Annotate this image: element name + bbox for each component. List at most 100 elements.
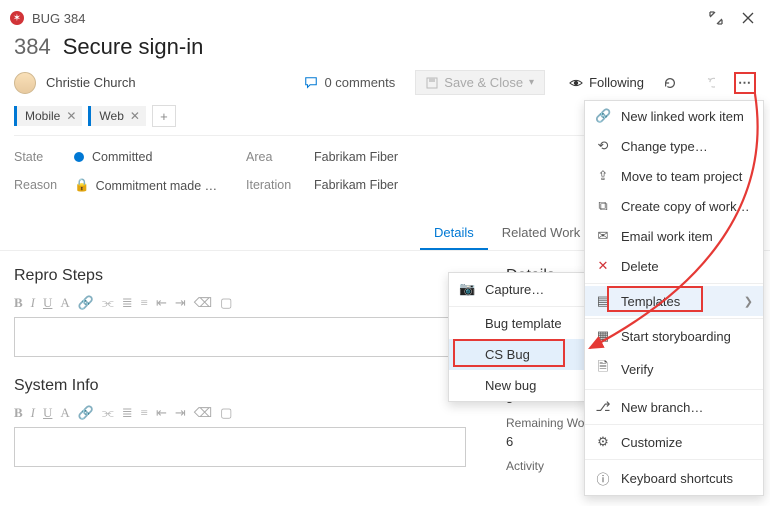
fullscreen-icon[interactable] <box>704 6 728 30</box>
branch-icon: ⎇ <box>595 399 611 415</box>
menu-item-label: Email work item <box>621 229 753 244</box>
font-icon[interactable]: A <box>60 405 69 421</box>
clear-format-icon[interactable]: ⌫ <box>194 405 212 421</box>
eye-icon <box>569 76 583 90</box>
undo-icon <box>701 76 715 90</box>
section-repro-title: Repro Steps <box>14 267 466 285</box>
template-icon: ▤ <box>595 293 611 309</box>
italic-icon[interactable]: I <box>31 295 35 311</box>
tag-remove-icon[interactable]: ✕ <box>66 109 76 123</box>
chevron-right-icon: ❯ <box>744 295 753 308</box>
state-field[interactable]: Committed <box>74 150 234 164</box>
menu-item-label: New linked work item <box>621 109 753 124</box>
bulleted-list-icon[interactable]: ≣ <box>122 405 133 421</box>
menu-item-customize[interactable]: ⚙Customize <box>585 427 763 457</box>
submenu-bug-template[interactable]: Bug template <box>449 308 587 339</box>
area-label: Area <box>246 150 302 164</box>
font-icon[interactable]: A <box>60 295 69 311</box>
unlink-icon[interactable]: ⫘ <box>102 295 114 311</box>
link-icon[interactable]: 🔗 <box>78 295 94 311</box>
menu-item-label: Start storyboarding <box>621 329 753 344</box>
state-label: State <box>14 150 62 164</box>
menu-item-new-linked-work-item[interactable]: 🔗New linked work item <box>585 101 763 131</box>
menu-item-start-storyboarding[interactable]: ▦ Start storyboarding <box>585 321 763 351</box>
outdent-icon[interactable]: ⇤ <box>156 295 167 311</box>
tag-remove-icon[interactable]: ✕ <box>130 109 140 123</box>
submenu-new-bug[interactable]: New bug <box>449 370 587 401</box>
submenu-label: New bug <box>485 378 536 393</box>
swap-icon: ⟲ <box>595 138 611 154</box>
add-tag-button[interactable]: + <box>152 105 176 127</box>
submenu-label: Bug template <box>485 316 562 331</box>
repro-toolbar: B I U A 🔗 ⫘ ≣ ≡ ⇤ ⇥ ⌫ ▢ <box>14 291 466 315</box>
copy-icon: ⧉ <box>595 198 611 214</box>
tab-details[interactable]: Details <box>420 217 488 250</box>
bold-icon[interactable]: B <box>14 405 23 421</box>
image-icon[interactable]: ▢ <box>220 295 232 311</box>
numbered-list-icon[interactable]: ≡ <box>141 295 148 311</box>
clear-format-icon[interactable]: ⌫ <box>194 295 212 311</box>
save-icon <box>426 77 438 89</box>
outdent-icon[interactable]: ⇤ <box>156 405 167 421</box>
submenu-cs-bug[interactable]: CS Bug <box>449 339 587 370</box>
following-button[interactable]: Following <box>569 75 644 90</box>
refresh-icon <box>663 76 677 90</box>
undo-button[interactable] <box>696 71 720 95</box>
refresh-button[interactable] <box>658 71 682 95</box>
menu-item-label: Keyboard shortcuts <box>621 471 753 486</box>
menu-item-verify[interactable]: 🗎 Verify <box>585 351 763 387</box>
menu-item-label: Verify <box>621 362 753 377</box>
indent-icon[interactable]: ⇥ <box>175 405 186 421</box>
unlink-icon[interactable]: ⫘ <box>102 405 114 421</box>
save-close-label: Save & Close <box>444 75 523 90</box>
menu-item-keyboard-shortcuts[interactable]: ⓘ Keyboard shortcuts <box>585 462 763 495</box>
more-actions-button[interactable]: ⋯ <box>734 72 756 94</box>
section-system-title: System Info <box>14 377 466 395</box>
underline-icon[interactable]: U <box>43 405 52 421</box>
system-editor[interactable] <box>14 427 466 467</box>
repro-editor[interactable] <box>14 317 466 357</box>
actions-dropdown: 🔗New linked work item ⟲ Change type… ⇪Move … <box>584 100 764 496</box>
storyboard-icon: ▦ <box>595 328 611 344</box>
mail-icon: ✉ <box>595 228 611 244</box>
assignee-name[interactable]: Christie Church <box>46 75 136 90</box>
menu-item-label: Delete <box>621 259 753 274</box>
menu-item-templates[interactable]: ▤Templates❯ <box>585 286 763 316</box>
tag-mobile[interactable]: Mobile ✕ <box>14 106 82 126</box>
menu-item-delete[interactable]: ✕ Delete <box>585 251 763 281</box>
submenu-capture[interactable]: 📷 Capture… <box>449 273 587 305</box>
numbered-list-icon[interactable]: ≡ <box>141 405 148 421</box>
move-icon: ⇪ <box>595 168 611 184</box>
iteration-label: Iteration <box>246 178 302 192</box>
verify-icon: 🗎 <box>595 358 611 380</box>
bold-icon[interactable]: B <box>14 295 23 311</box>
comment-icon <box>304 76 318 90</box>
menu-item-change-type[interactable]: ⟲ Change type… <box>585 131 763 161</box>
menu-item-email-work-item[interactable]: ✉ Email work item <box>585 221 763 251</box>
avatar[interactable] <box>14 72 36 94</box>
menu-item-create-copy-of-work-item[interactable]: ⧉Create copy of work item… <box>585 191 763 221</box>
ellipsis-icon: ⋯ <box>738 75 752 91</box>
comments-button[interactable]: 0 comments <box>304 75 395 90</box>
close-icon[interactable] <box>736 6 760 30</box>
reason-field[interactable]: 🔒Commitment made … <box>74 178 234 193</box>
keyboard-icon: ⓘ <box>595 469 611 488</box>
bulleted-list-icon[interactable]: ≣ <box>122 295 133 311</box>
image-icon[interactable]: ▢ <box>220 405 232 421</box>
work-item-id: 384 <box>14 34 51 60</box>
system-toolbar: B I U A 🔗 ⫘ ≣ ≡ ⇤ ⇥ ⌫ ▢ <box>14 401 466 425</box>
following-label: Following <box>589 75 644 90</box>
link-icon[interactable]: 🔗 <box>78 405 94 421</box>
save-close-button[interactable]: Save & Close ▾ <box>415 70 545 95</box>
italic-icon[interactable]: I <box>31 405 35 421</box>
tag-label: Web <box>99 109 123 123</box>
menu-item-label: Change type… <box>621 139 753 154</box>
underline-icon[interactable]: U <box>43 295 52 311</box>
tag-web[interactable]: Web ✕ <box>88 106 146 126</box>
menu-item-new-branch[interactable]: ⎇New branch… <box>585 392 763 422</box>
delete-icon: ✕ <box>595 258 611 274</box>
indent-icon[interactable]: ⇥ <box>175 295 186 311</box>
reason-label: Reason <box>14 178 62 192</box>
work-item-title[interactable]: Secure sign-in <box>63 34 204 60</box>
menu-item-move-to-team-project[interactable]: ⇪Move to team project <box>585 161 763 191</box>
